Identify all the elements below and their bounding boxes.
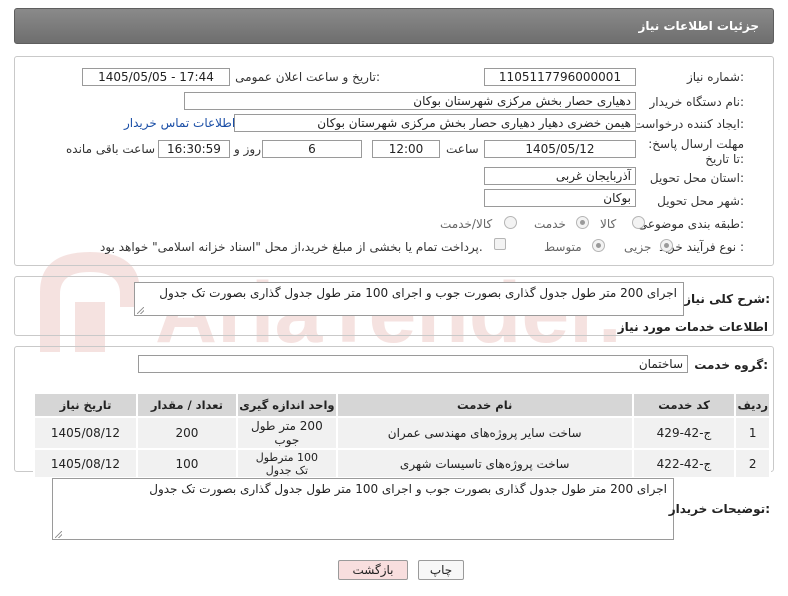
cell-unit: 200 متر طول جوب: [235, 416, 338, 450]
cell-service-name: ساخت سایر پروژه‌های مهندسی عمران: [335, 416, 634, 450]
category-option-goods: کالا: [600, 217, 617, 231]
services-section-title: اطلاعات خدمات مورد نیاز: [617, 320, 768, 334]
creator-label: ایجاد کننده درخواست:: [633, 117, 744, 131]
table-header-row: ردیف کد خدمت نام خدمت واحد اندازه گیری ت…: [33, 392, 771, 418]
summary-label: شرح کلی نیاز:: [684, 292, 770, 306]
page-title-bar: جزئیات اطلاعات نیاز: [14, 8, 774, 44]
col-header-unit: واحد اندازه گیری: [235, 392, 338, 418]
category-radio-service[interactable]: [576, 216, 589, 229]
col-header-row-number: ردیف: [734, 392, 771, 418]
cell-service-name: ساخت پروژه‌های تاسیسات شهری: [335, 448, 634, 479]
services-table: ردیف کد خدمت نام خدمت واحد اندازه گیری ت…: [33, 392, 771, 479]
col-header-quantity: تعداد / مقدار: [135, 392, 238, 418]
category-radio-goods[interactable]: [632, 216, 645, 229]
table-row: 2 ج-42-422 ساخت پروژه‌های تاسیسات شهری 1…: [33, 448, 771, 479]
treasury-payment-checkbox[interactable]: [494, 238, 506, 250]
city-label: شهر محل تحویل:: [657, 194, 744, 208]
category-option-goods-service: کالا/خدمت: [440, 217, 493, 231]
category-radio-goods-service[interactable]: [504, 216, 517, 229]
creator-field: هیمن خضری دهیار دهیاری حصار بخش مرکزی شه…: [234, 114, 636, 132]
remaining-time-field: 16:30:59: [158, 140, 230, 158]
buyer-org-label: نام دستگاه خریدار:: [649, 95, 745, 109]
cell-quantity: 100: [135, 448, 238, 479]
category-label: طبقه بندی موضوعی:: [637, 217, 744, 231]
deadline-label: مهلت ارسال پاسخ: تا تاریخ:: [648, 137, 744, 166]
cell-service-code: ج-42-422: [631, 448, 737, 479]
category-option-service: خدمت: [534, 217, 566, 231]
remaining-days-label: روز و: [234, 142, 261, 156]
cell-service-code: ج-42-429: [631, 416, 737, 450]
remaining-time-label: ساعت باقی مانده: [66, 142, 156, 156]
city-field: بوکان: [484, 189, 636, 207]
back-button[interactable]: بازگشت: [338, 560, 408, 580]
col-header-need-date: تاریخ نیاز: [33, 392, 138, 418]
col-header-service-code: کد خدمت: [631, 392, 737, 418]
buyer-notes-textarea[interactable]: اجرای 200 متر طول جدول گذاری بصورت جوب و…: [52, 478, 674, 540]
resize-grip-icon[interactable]: [137, 307, 144, 314]
cell-need-date: 1405/08/12: [33, 416, 138, 450]
service-group-label: گروه خدمت:: [694, 358, 768, 372]
need-number-label: شماره نیاز:: [686, 70, 744, 84]
print-button[interactable]: چاپ: [418, 560, 464, 580]
resize-grip-icon[interactable]: [55, 531, 62, 538]
announce-datetime-field: 1405/05/05 - 17:44: [82, 68, 230, 86]
province-field: آذربایجان غربی: [484, 167, 636, 185]
cell-row-number: 2: [734, 448, 771, 479]
deadline-date-field: 1405/05/12: [484, 140, 636, 158]
buyer-contact-link[interactable]: اطلاعات تماس خریدار: [124, 116, 235, 130]
deadline-time-label: ساعت: [446, 142, 479, 156]
announce-datetime-label: تاریخ و ساعت اعلان عمومی:: [235, 70, 380, 84]
cell-unit: 100 مترطول تک جدول: [235, 448, 338, 479]
service-group-field: ساختمان: [138, 355, 688, 373]
col-header-service-name: نام خدمت: [335, 392, 634, 418]
buyer-org-field: دهیاری حصار بخش مرکزی شهرستان بوکان: [184, 92, 636, 110]
remaining-days-field: 6: [262, 140, 362, 158]
cell-row-number: 1: [734, 416, 771, 450]
cell-need-date: 1405/08/12: [33, 448, 138, 479]
summary-textarea[interactable]: اجرای 200 متر طول جدول گذاری بصورت جوب و…: [134, 282, 684, 316]
cell-quantity: 200: [135, 416, 238, 450]
process-option-minor: جزیی: [624, 240, 652, 254]
process-option-medium: متوسط: [544, 240, 582, 254]
treasury-payment-note: پرداخت تمام یا بخشی از مبلغ خرید،از محل …: [100, 240, 483, 254]
process-radio-minor[interactable]: [660, 239, 673, 252]
page-title: جزئیات اطلاعات نیاز: [638, 19, 759, 33]
process-radio-medium[interactable]: [592, 239, 605, 252]
province-label: استان محل تحویل:: [649, 171, 744, 185]
table-row: 1 ج-42-429 ساخت سایر پروژه‌های مهندسی عم…: [33, 416, 771, 450]
need-number-field: 1105117796000001: [484, 68, 636, 86]
deadline-time-field: 12:00: [372, 140, 440, 158]
buyer-notes-label: توضیحات خریدار:: [668, 502, 770, 516]
